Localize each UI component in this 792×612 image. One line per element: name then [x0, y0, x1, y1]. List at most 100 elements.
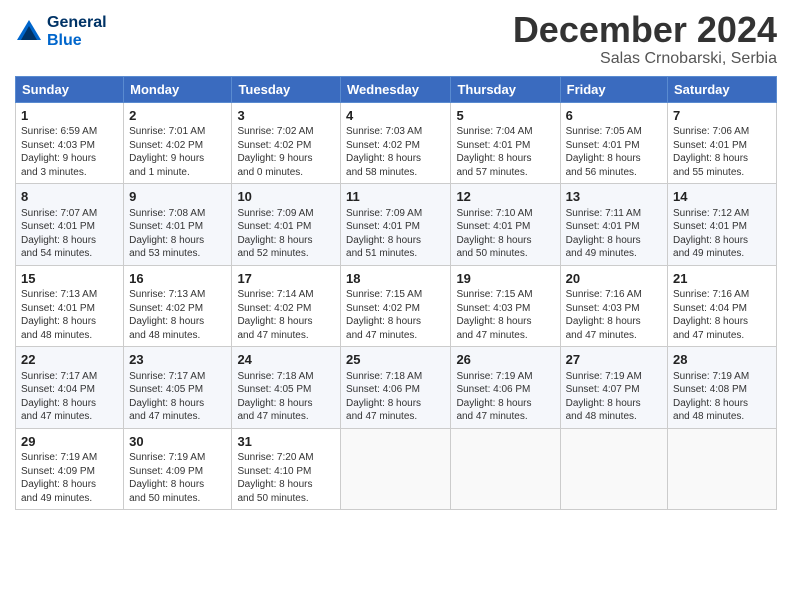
calendar-cell: 15Sunrise: 7:13 AM Sunset: 4:01 PM Dayli…	[16, 265, 124, 347]
calendar-cell: 8Sunrise: 7:07 AM Sunset: 4:01 PM Daylig…	[16, 184, 124, 266]
calendar-cell: 30Sunrise: 7:19 AM Sunset: 4:09 PM Dayli…	[124, 428, 232, 510]
day-number: 15	[21, 270, 118, 288]
day-number: 3	[237, 107, 335, 125]
calendar-table: Sunday Monday Tuesday Wednesday Thursday…	[15, 76, 777, 511]
logo: General Blue	[15, 14, 107, 49]
calendar-cell: 5Sunrise: 7:04 AM Sunset: 4:01 PM Daylig…	[451, 102, 560, 184]
day-number: 28	[673, 351, 771, 369]
day-info: Sunrise: 7:17 AM Sunset: 4:05 PM Dayligh…	[129, 370, 226, 424]
calendar-cell: 11Sunrise: 7:09 AM Sunset: 4:01 PM Dayli…	[341, 184, 451, 266]
calendar-cell	[341, 428, 451, 510]
calendar-week-2: 8Sunrise: 7:07 AM Sunset: 4:01 PM Daylig…	[16, 184, 777, 266]
calendar-cell: 28Sunrise: 7:19 AM Sunset: 4:08 PM Dayli…	[668, 347, 777, 429]
day-info: Sunrise: 7:16 AM Sunset: 4:03 PM Dayligh…	[566, 288, 662, 342]
day-info: Sunrise: 7:15 AM Sunset: 4:02 PM Dayligh…	[346, 288, 445, 342]
calendar-cell: 24Sunrise: 7:18 AM Sunset: 4:05 PM Dayli…	[232, 347, 341, 429]
day-number: 23	[129, 351, 226, 369]
day-number: 4	[346, 107, 445, 125]
day-number: 16	[129, 270, 226, 288]
header-row: Sunday Monday Tuesday Wednesday Thursday…	[16, 76, 777, 102]
day-number: 18	[346, 270, 445, 288]
day-number: 9	[129, 188, 226, 206]
day-number: 11	[346, 188, 445, 206]
col-tuesday: Tuesday	[232, 76, 341, 102]
day-number: 24	[237, 351, 335, 369]
day-number: 13	[566, 188, 662, 206]
day-number: 27	[566, 351, 662, 369]
day-info: Sunrise: 7:10 AM Sunset: 4:01 PM Dayligh…	[456, 207, 554, 261]
calendar-cell: 31Sunrise: 7:20 AM Sunset: 4:10 PM Dayli…	[232, 428, 341, 510]
calendar-cell: 19Sunrise: 7:15 AM Sunset: 4:03 PM Dayli…	[451, 265, 560, 347]
logo-text: General Blue	[47, 14, 107, 49]
logo-icon	[15, 18, 43, 46]
col-wednesday: Wednesday	[341, 76, 451, 102]
day-info: Sunrise: 7:19 AM Sunset: 4:09 PM Dayligh…	[21, 451, 118, 505]
day-info: Sunrise: 7:07 AM Sunset: 4:01 PM Dayligh…	[21, 207, 118, 261]
day-info: Sunrise: 7:18 AM Sunset: 4:05 PM Dayligh…	[237, 370, 335, 424]
calendar-cell: 17Sunrise: 7:14 AM Sunset: 4:02 PM Dayli…	[232, 265, 341, 347]
calendar-cell: 10Sunrise: 7:09 AM Sunset: 4:01 PM Dayli…	[232, 184, 341, 266]
col-thursday: Thursday	[451, 76, 560, 102]
day-number: 12	[456, 188, 554, 206]
day-info: Sunrise: 7:11 AM Sunset: 4:01 PM Dayligh…	[566, 207, 662, 261]
calendar-header: Sunday Monday Tuesday Wednesday Thursday…	[16, 76, 777, 102]
calendar-cell	[668, 428, 777, 510]
day-info: Sunrise: 7:14 AM Sunset: 4:02 PM Dayligh…	[237, 288, 335, 342]
day-info: Sunrise: 7:09 AM Sunset: 4:01 PM Dayligh…	[346, 207, 445, 261]
day-info: Sunrise: 7:03 AM Sunset: 4:02 PM Dayligh…	[346, 125, 445, 179]
day-info: Sunrise: 7:08 AM Sunset: 4:01 PM Dayligh…	[129, 207, 226, 261]
calendar-cell: 26Sunrise: 7:19 AM Sunset: 4:06 PM Dayli…	[451, 347, 560, 429]
day-info: Sunrise: 7:04 AM Sunset: 4:01 PM Dayligh…	[456, 125, 554, 179]
day-number: 31	[237, 433, 335, 451]
calendar-cell: 20Sunrise: 7:16 AM Sunset: 4:03 PM Dayli…	[560, 265, 667, 347]
calendar-cell: 27Sunrise: 7:19 AM Sunset: 4:07 PM Dayli…	[560, 347, 667, 429]
calendar-cell: 4Sunrise: 7:03 AM Sunset: 4:02 PM Daylig…	[341, 102, 451, 184]
day-number: 25	[346, 351, 445, 369]
location-subtitle: Salas Crnobarski, Serbia	[513, 50, 777, 68]
calendar-cell	[560, 428, 667, 510]
day-info: Sunrise: 6:59 AM Sunset: 4:03 PM Dayligh…	[21, 125, 118, 179]
calendar-cell: 9Sunrise: 7:08 AM Sunset: 4:01 PM Daylig…	[124, 184, 232, 266]
calendar-cell: 6Sunrise: 7:05 AM Sunset: 4:01 PM Daylig…	[560, 102, 667, 184]
day-number: 14	[673, 188, 771, 206]
day-number: 30	[129, 433, 226, 451]
main-container: General Blue December 2024 Salas Crnobar…	[0, 0, 792, 520]
calendar-cell: 3Sunrise: 7:02 AM Sunset: 4:02 PM Daylig…	[232, 102, 341, 184]
day-number: 10	[237, 188, 335, 206]
day-info: Sunrise: 7:18 AM Sunset: 4:06 PM Dayligh…	[346, 370, 445, 424]
day-info: Sunrise: 7:05 AM Sunset: 4:01 PM Dayligh…	[566, 125, 662, 179]
calendar-cell: 18Sunrise: 7:15 AM Sunset: 4:02 PM Dayli…	[341, 265, 451, 347]
calendar-cell: 1Sunrise: 6:59 AM Sunset: 4:03 PM Daylig…	[16, 102, 124, 184]
calendar-cell	[451, 428, 560, 510]
day-info: Sunrise: 7:02 AM Sunset: 4:02 PM Dayligh…	[237, 125, 335, 179]
day-info: Sunrise: 7:13 AM Sunset: 4:02 PM Dayligh…	[129, 288, 226, 342]
calendar-cell: 13Sunrise: 7:11 AM Sunset: 4:01 PM Dayli…	[560, 184, 667, 266]
calendar-week-4: 22Sunrise: 7:17 AM Sunset: 4:04 PM Dayli…	[16, 347, 777, 429]
day-info: Sunrise: 7:16 AM Sunset: 4:04 PM Dayligh…	[673, 288, 771, 342]
calendar-cell: 2Sunrise: 7:01 AM Sunset: 4:02 PM Daylig…	[124, 102, 232, 184]
calendar-cell: 12Sunrise: 7:10 AM Sunset: 4:01 PM Dayli…	[451, 184, 560, 266]
day-info: Sunrise: 7:15 AM Sunset: 4:03 PM Dayligh…	[456, 288, 554, 342]
day-info: Sunrise: 7:20 AM Sunset: 4:10 PM Dayligh…	[237, 451, 335, 505]
day-info: Sunrise: 7:19 AM Sunset: 4:07 PM Dayligh…	[566, 370, 662, 424]
day-number: 17	[237, 270, 335, 288]
day-number: 8	[21, 188, 118, 206]
col-saturday: Saturday	[668, 76, 777, 102]
day-info: Sunrise: 7:19 AM Sunset: 4:06 PM Dayligh…	[456, 370, 554, 424]
logo-line2: Blue	[47, 32, 107, 50]
day-info: Sunrise: 7:13 AM Sunset: 4:01 PM Dayligh…	[21, 288, 118, 342]
calendar-cell: 21Sunrise: 7:16 AM Sunset: 4:04 PM Dayli…	[668, 265, 777, 347]
day-info: Sunrise: 7:17 AM Sunset: 4:04 PM Dayligh…	[21, 370, 118, 424]
day-info: Sunrise: 7:01 AM Sunset: 4:02 PM Dayligh…	[129, 125, 226, 179]
day-number: 21	[673, 270, 771, 288]
day-info: Sunrise: 7:12 AM Sunset: 4:01 PM Dayligh…	[673, 207, 771, 261]
title-block: December 2024 Salas Crnobarski, Serbia	[513, 10, 777, 68]
day-number: 19	[456, 270, 554, 288]
calendar-cell: 22Sunrise: 7:17 AM Sunset: 4:04 PM Dayli…	[16, 347, 124, 429]
calendar-cell: 7Sunrise: 7:06 AM Sunset: 4:01 PM Daylig…	[668, 102, 777, 184]
calendar-body: 1Sunrise: 6:59 AM Sunset: 4:03 PM Daylig…	[16, 102, 777, 510]
day-number: 26	[456, 351, 554, 369]
logo-line1: General	[47, 14, 107, 32]
calendar-cell: 29Sunrise: 7:19 AM Sunset: 4:09 PM Dayli…	[16, 428, 124, 510]
calendar-cell: 14Sunrise: 7:12 AM Sunset: 4:01 PM Dayli…	[668, 184, 777, 266]
